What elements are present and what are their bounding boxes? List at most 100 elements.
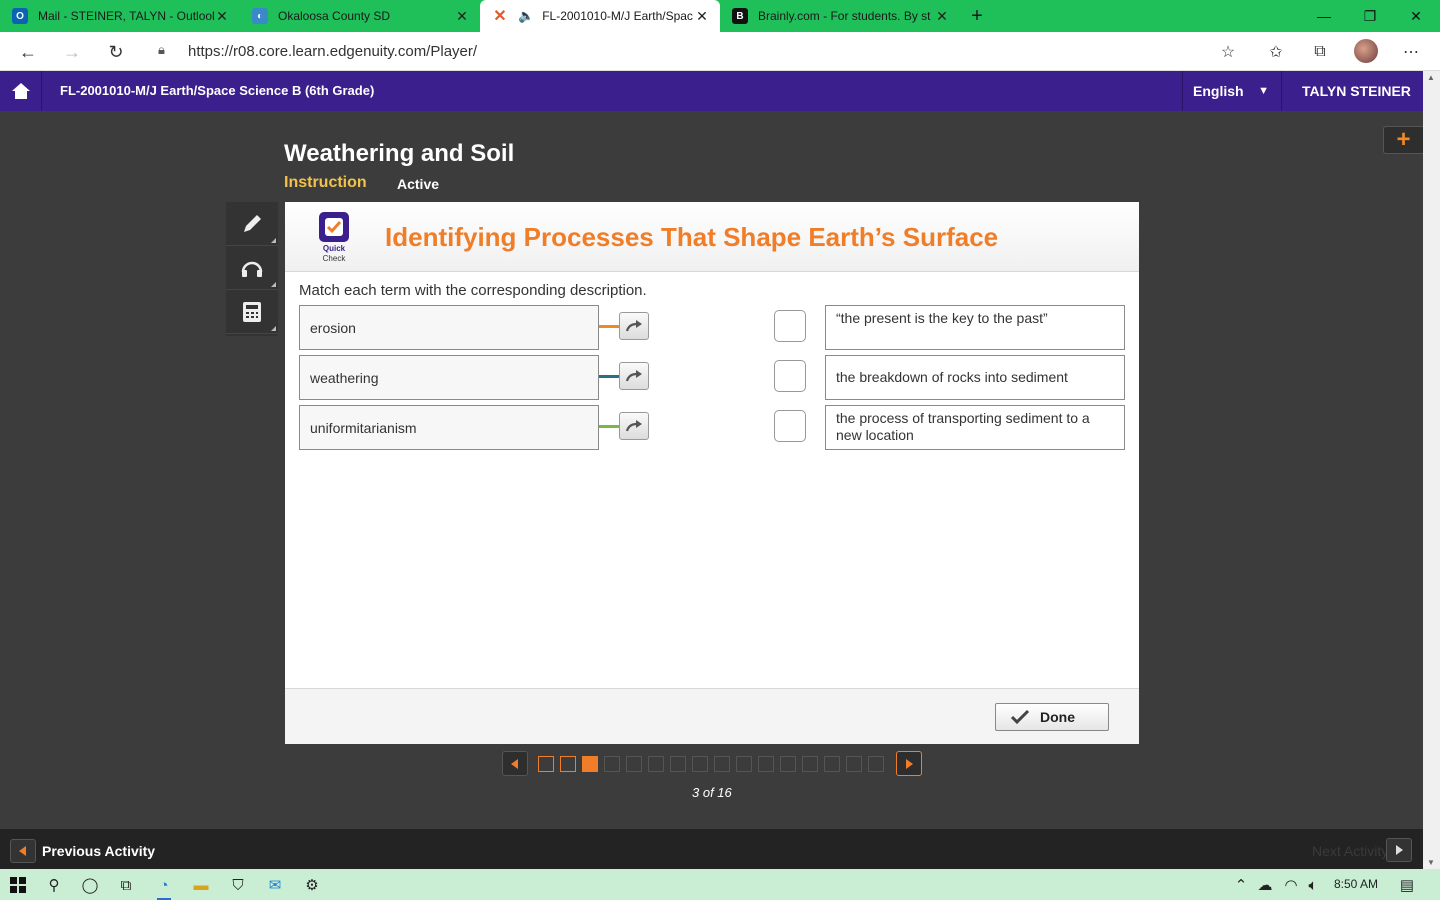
page-square[interactable]	[604, 756, 620, 772]
previous-page-button[interactable]	[502, 751, 528, 776]
activity-header: Quick Check Identifying Processes That S…	[285, 202, 1139, 272]
activity-footer: Done	[285, 688, 1139, 744]
page-square[interactable]	[582, 756, 598, 772]
store-icon[interactable]: ⛉	[227, 874, 249, 896]
windows-start-icon[interactable]	[7, 874, 29, 896]
edge-browser-icon[interactable]: ◔	[153, 874, 175, 900]
term-connector	[599, 425, 619, 428]
match-drop-slot[interactable]	[774, 310, 806, 342]
match-drop-slot[interactable]	[774, 410, 806, 442]
activity-title: Identifying Processes That Shape Earth’s…	[385, 222, 999, 252]
close-icon[interactable]: ✕	[934, 8, 950, 25]
forward-button[interactable]: →	[60, 40, 84, 64]
term-erosion[interactable]: erosion	[299, 305, 599, 350]
reload-button[interactable]: ↻	[104, 40, 128, 64]
match-arrow-button[interactable]	[619, 412, 649, 440]
address-bar: ← → ↻ 🔒︎ https://r08.core.learn.edgenuit…	[0, 32, 1440, 71]
show-hidden-icons-icon[interactable]: ⌃	[1230, 874, 1252, 896]
language-label: English	[1193, 83, 1244, 99]
page-square[interactable]	[802, 756, 818, 772]
pencil-icon	[244, 214, 261, 232]
outlook-icon: O	[12, 8, 28, 24]
page-square[interactable]	[824, 756, 840, 772]
activity-card: Quick Check Identifying Processes That S…	[285, 202, 1139, 744]
done-button[interactable]: Done	[995, 703, 1109, 731]
back-button[interactable]: ←	[16, 40, 40, 64]
collections-icon[interactable]: ⧉	[1309, 41, 1331, 63]
lock-icon[interactable]: 🔒︎	[158, 42, 165, 58]
page-square[interactable]	[846, 756, 862, 772]
next-activity-button[interactable]	[1386, 838, 1412, 862]
close-icon[interactable]: ✕	[214, 8, 230, 25]
notifications-icon[interactable]: ▤	[1396, 874, 1418, 896]
close-icon[interactable]: ✕	[694, 8, 710, 25]
close-icon[interactable]: ✕	[454, 8, 470, 25]
match-arrow-button[interactable]	[619, 312, 649, 340]
more-options-icon[interactable]: ⋯	[1400, 41, 1422, 63]
term-weathering[interactable]: weathering	[299, 355, 599, 400]
close-window-button[interactable]: ✕	[1393, 0, 1439, 32]
previous-activity-button[interactable]: Previous Activity	[10, 839, 155, 863]
profile-avatar[interactable]	[1354, 39, 1378, 63]
url-field[interactable]: https://r08.core.learn.edgenuity.com/Pla…	[188, 43, 477, 60]
curved-arrow-icon	[625, 370, 642, 382]
page-square[interactable]	[868, 756, 884, 772]
tab-okaloosa[interactable]: ◐ Okaloosa County SD ✕	[240, 0, 480, 32]
vertical-scrollbar[interactable]: ▲ ▼	[1423, 71, 1440, 869]
caret-left-icon	[511, 758, 518, 769]
home-button[interactable]	[0, 71, 42, 111]
curved-arrow-icon	[625, 320, 642, 332]
term-connector	[599, 325, 619, 328]
page-square[interactable]	[648, 756, 664, 772]
page-square[interactable]	[626, 756, 642, 772]
speaker-icon[interactable]: 🔈	[518, 8, 534, 24]
user-name[interactable]: TALYN STEINER	[1302, 83, 1411, 99]
calculator-tool[interactable]	[226, 290, 278, 334]
language-select[interactable]: English ▼	[1182, 71, 1282, 111]
page-square[interactable]	[538, 756, 554, 772]
wifi-icon[interactable]: ◠	[1280, 874, 1302, 896]
scroll-down-icon[interactable]: ▼	[1427, 858, 1435, 867]
tab-brainly[interactable]: B Brainly.com - For students. By st ✕	[720, 0, 960, 32]
section-label: Instruction	[284, 174, 367, 191]
file-explorer-icon[interactable]: ▬	[190, 874, 212, 896]
page-square[interactable]	[560, 756, 576, 772]
page-square[interactable]	[780, 756, 796, 772]
add-favorite-icon[interactable]: ☆	[1217, 41, 1239, 63]
volume-icon[interactable]: 🔈︎	[1302, 874, 1324, 896]
search-icon[interactable]: ⚲	[43, 874, 65, 896]
mail-icon[interactable]: ✉	[264, 874, 286, 896]
page-square[interactable]	[670, 756, 686, 772]
done-label: Done	[1040, 709, 1075, 725]
badge-label: Quick	[322, 244, 346, 253]
tab-outlook[interactable]: O Mail - STEINER, TALYN - Outlook ✕	[0, 0, 240, 32]
page-square[interactable]	[714, 756, 730, 772]
new-tab-button[interactable]: +	[960, 0, 994, 32]
onedrive-icon[interactable]: ☁	[1254, 874, 1276, 896]
favorites-icon[interactable]: ✩	[1265, 41, 1287, 63]
cortana-icon[interactable]: ◯	[79, 874, 101, 896]
scroll-up-icon[interactable]: ▲	[1427, 73, 1435, 82]
next-page-button[interactable]	[896, 751, 922, 776]
term-uniformitarianism[interactable]: uniformitarianism	[299, 405, 599, 450]
audio-tool[interactable]	[226, 246, 278, 290]
minimize-button[interactable]: —	[1301, 0, 1347, 32]
pencil-tool[interactable]	[226, 202, 278, 246]
taskbar-clock[interactable]: 8:50 AM	[1334, 877, 1378, 891]
question-prompt: Match each term with the corresponding d…	[299, 282, 647, 299]
description-item: the breakdown of rocks into sediment	[825, 355, 1125, 400]
next-activity-label: Next Activity	[1312, 843, 1389, 859]
page-square[interactable]	[758, 756, 774, 772]
restore-button[interactable]: ❐	[1347, 0, 1393, 32]
settings-icon[interactable]: ⚙	[301, 874, 323, 896]
tab-title: Brainly.com - For students. By st	[758, 9, 931, 23]
page-square[interactable]	[736, 756, 752, 772]
checkmark-icon	[1010, 709, 1030, 725]
expand-plus-button[interactable]: +	[1383, 126, 1423, 154]
quick-check-icon	[319, 212, 349, 242]
match-drop-slot[interactable]	[774, 360, 806, 392]
task-view-icon[interactable]: ⧉	[115, 874, 137, 896]
tab-edgenuity[interactable]: ✕ 🔈 FL-2001010-M/J Earth/Spac ✕	[480, 0, 720, 32]
page-square[interactable]	[692, 756, 708, 772]
match-arrow-button[interactable]	[619, 362, 649, 390]
